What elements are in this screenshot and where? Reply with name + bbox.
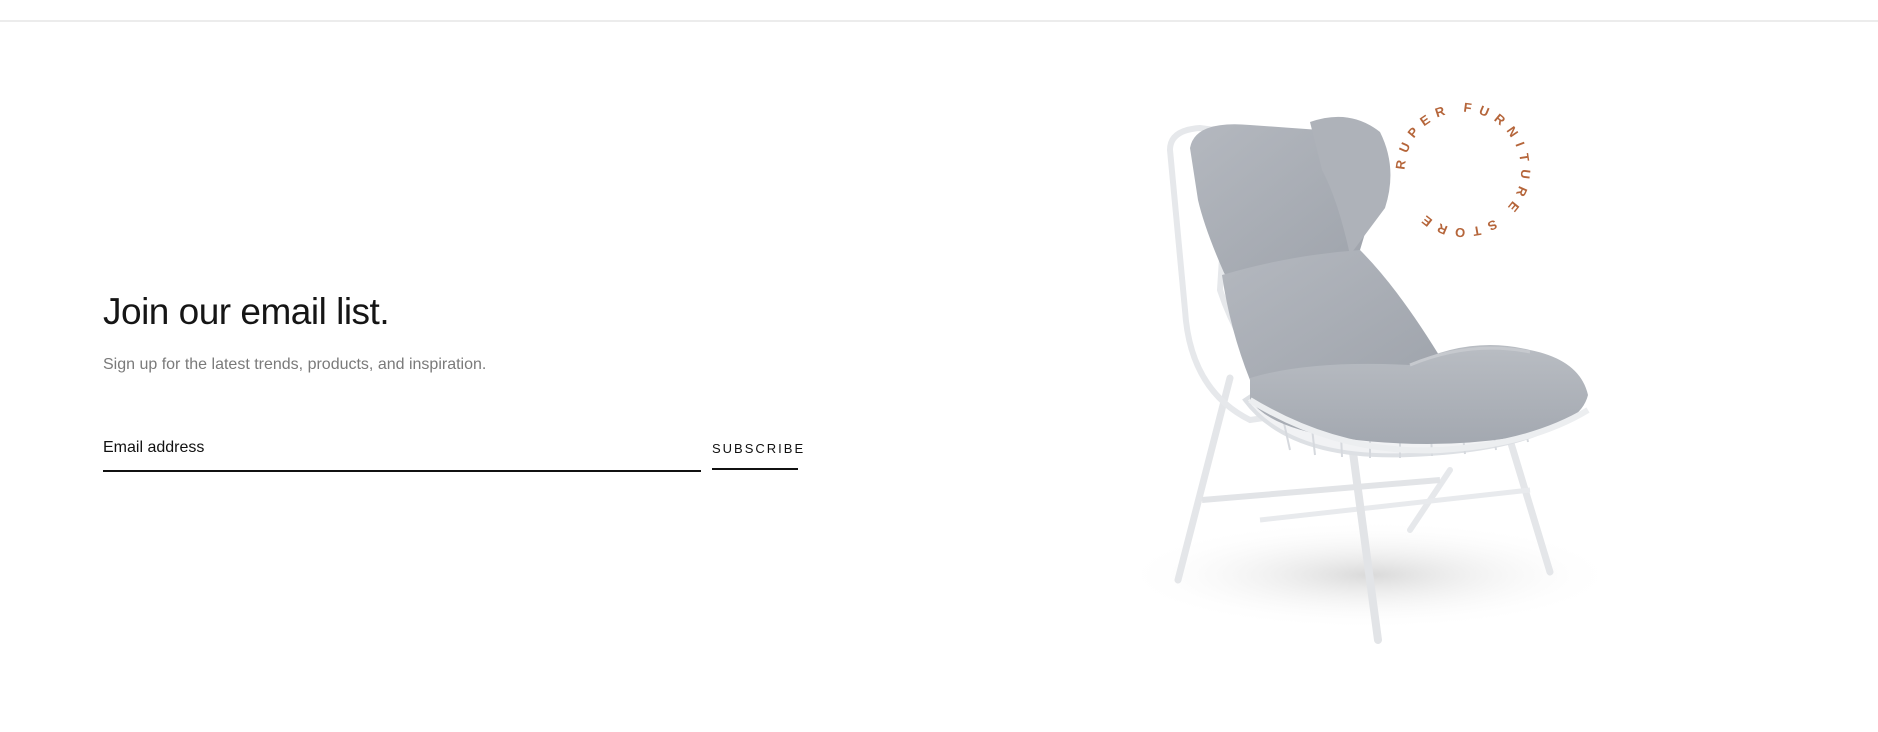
armchair-image: RUPER FURNITURE STORE [1110, 60, 1670, 660]
subscribe-button[interactable]: SUBSCRIBE [712, 430, 803, 470]
brand-badge: RUPER FURNITURE STORE [1393, 100, 1534, 241]
email-field-container [103, 430, 701, 472]
newsletter-heading: Join our email list. [103, 291, 390, 332]
newsletter-subtext: Sign up for the latest trends, products,… [103, 356, 487, 374]
top-divider [0, 20, 1878, 22]
armchair-illustration: RUPER FURNITURE STORE [1120, 100, 1620, 644]
email-input[interactable] [103, 436, 693, 460]
newsletter-section: Join our email list. Sign up for the lat… [103, 290, 803, 472]
newsletter-form: SUBSCRIBE [103, 430, 803, 472]
